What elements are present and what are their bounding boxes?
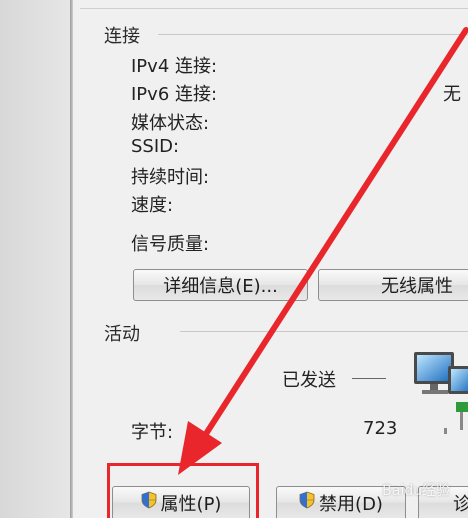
- details-button[interactable]: 详细信息(E)...: [133, 269, 308, 301]
- wireless-properties-button[interactable]: 无线属性: [318, 269, 468, 301]
- highlight-box: [107, 463, 259, 518]
- duration-label: 持续时间:: [131, 167, 210, 188]
- disable-button-label: 禁用(D): [319, 493, 383, 515]
- ipv6-connectivity-value: 无: [443, 84, 461, 105]
- bytes-sent-value: 723: [363, 418, 398, 439]
- speed-label: 速度:: [131, 195, 174, 216]
- window-left-frame: [0, 0, 70, 518]
- activity-group-line: [180, 331, 468, 332]
- activity-group-title: 活动: [104, 324, 140, 345]
- ipv4-connectivity-label: IPv4 连接:: [131, 56, 218, 77]
- top-divider: [80, 8, 468, 9]
- media-state-label: 媒体状态:: [131, 113, 210, 134]
- connection-group-line: [158, 34, 468, 35]
- ssid-label: SSID:: [131, 136, 180, 157]
- connection-group-title: 连接: [104, 26, 140, 47]
- network-computers-icon: [414, 352, 468, 434]
- sent-line: [352, 378, 386, 379]
- sent-label: 已发送: [282, 370, 336, 391]
- watermark: Baidu经验: [382, 483, 450, 499]
- uac-shield-icon: [299, 491, 315, 514]
- ipv6-connectivity-label: IPv6 连接:: [131, 84, 218, 105]
- wlan-status-window: 连接 IPv4 连接: IPv6 连接: 无 媒体状态: SSID: 持续时间:…: [0, 0, 468, 518]
- bytes-label: 字节:: [131, 422, 174, 443]
- signal-quality-label: 信号质量:: [131, 234, 210, 255]
